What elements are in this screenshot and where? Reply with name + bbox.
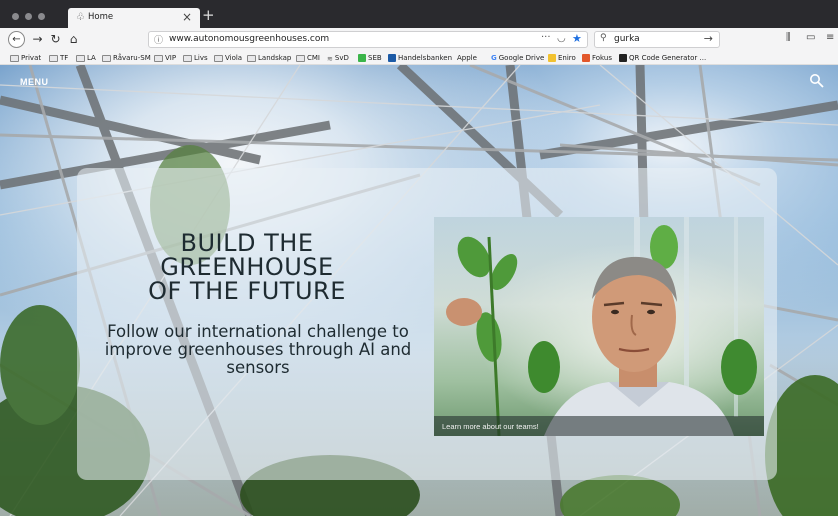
- bookmark-item[interactable]: ≋ SvD: [327, 52, 349, 64]
- folder-icon: [214, 54, 223, 62]
- url-bar[interactable]: ⓘ www.autonomousgreenhouses.com ··· ◡ ★: [148, 31, 588, 48]
- folder-icon: [76, 54, 85, 62]
- handelsbanken-icon: [388, 54, 396, 62]
- hero-title: BUILD THE GREENHOUSE OF THE FUTURE: [148, 229, 346, 305]
- hamburger-menu-icon[interactable]: ≡: [826, 32, 834, 43]
- search-go-icon[interactable]: →: [704, 32, 713, 45]
- forward-icon[interactable]: →: [29, 31, 46, 48]
- browser-tab-home[interactable]: ♧ Home ×: [68, 8, 200, 28]
- browser-title-bar: ♧ Home × +: [0, 0, 838, 28]
- teams-link-text[interactable]: Learn more about our teams!: [442, 422, 539, 431]
- search-value[interactable]: gurka: [614, 34, 640, 44]
- qr-icon: [619, 54, 627, 62]
- bookmark-item[interactable]: Privat: [10, 52, 41, 64]
- bookmark-item[interactable]: TF: [49, 52, 68, 64]
- teams-photo-link[interactable]: Learn more about our teams!: [434, 217, 764, 436]
- fokus-icon: [582, 54, 590, 62]
- folder-icon: [183, 54, 192, 62]
- bookmark-item[interactable]: G Google Drive: [491, 52, 544, 64]
- back-icon[interactable]: ←: [8, 31, 25, 48]
- window-minimize-button[interactable]: [25, 13, 32, 20]
- url-text[interactable]: www.autonomousgreenhouses.com: [169, 34, 329, 44]
- search-icon: ⚲: [600, 33, 607, 43]
- sidebar-icon[interactable]: ▭: [806, 32, 815, 43]
- window-close-button[interactable]: [12, 13, 19, 20]
- bookmark-item[interactable]: QR Code Generator ...: [619, 52, 706, 64]
- page-actions-icon[interactable]: ···: [541, 32, 551, 43]
- folder-icon: [10, 54, 19, 62]
- bookmark-item[interactable]: LA: [76, 52, 96, 64]
- home-icon[interactable]: ⌂: [65, 31, 82, 48]
- researcher-photo-image: [446, 217, 757, 436]
- page-search-icon[interactable]: [809, 73, 825, 89]
- bookmark-item[interactable]: Handelsbanken: [388, 52, 452, 64]
- bookmark-item[interactable]: Landskap: [247, 52, 291, 64]
- folder-icon: [296, 54, 305, 62]
- hero-subtitle: Follow our international challenge to im…: [104, 322, 412, 377]
- library-icon[interactable]: ⫼: [786, 32, 791, 43]
- web-page: MENU BUILD THE GREENHOUSE OF THE FUTURE …: [0, 65, 838, 516]
- folder-icon: [102, 54, 111, 62]
- folder-icon: [247, 54, 256, 62]
- bookmark-item[interactable]: VIP: [154, 52, 176, 64]
- bookmark-item[interactable]: Livs: [183, 52, 208, 64]
- browser-nav-bar: ← → ↻ ⌂ ⓘ www.autonomousgreenhouses.com …: [0, 28, 838, 51]
- eniro-icon: [548, 54, 556, 62]
- reload-icon[interactable]: ↻: [47, 31, 64, 48]
- bookmark-item[interactable]: Viola: [214, 52, 242, 64]
- google-icon: G: [491, 54, 497, 62]
- tab-close-icon[interactable]: ×: [182, 10, 192, 24]
- window-zoom-button[interactable]: [38, 13, 45, 20]
- bookmark-item[interactable]: CMI: [296, 52, 320, 64]
- site-favicon-icon: ♧: [76, 12, 85, 23]
- photo-caption-bar: Learn more about our teams!: [434, 416, 764, 436]
- pocket-icon[interactable]: ◡: [557, 33, 566, 44]
- bookmark-star-icon[interactable]: ★: [572, 32, 582, 45]
- seb-icon: [358, 54, 366, 62]
- bookmark-item[interactable]: Fokus: [582, 52, 612, 64]
- new-tab-icon[interactable]: +: [202, 7, 215, 23]
- hero-panel: BUILD THE GREENHOUSE OF THE FUTURE Follo…: [77, 168, 777, 480]
- site-info-icon[interactable]: ⓘ: [154, 33, 163, 46]
- search-input[interactable]: ⚲ gurka →: [594, 31, 720, 48]
- folder-icon: [49, 54, 58, 62]
- tab-title: Home: [88, 12, 114, 22]
- bookmark-item[interactable]: SEB: [358, 52, 382, 64]
- bookmarks-bar: Privat TF LA Råvaru-SM VIP Livs Viola La…: [0, 51, 838, 65]
- bookmark-item[interactable]: Eniro: [548, 52, 576, 64]
- menu-button[interactable]: MENU: [20, 77, 49, 87]
- bookmark-item[interactable]: Råvaru-SM: [102, 52, 151, 64]
- bookmark-item[interactable]: Apple: [455, 52, 477, 64]
- folder-icon: [154, 54, 163, 62]
